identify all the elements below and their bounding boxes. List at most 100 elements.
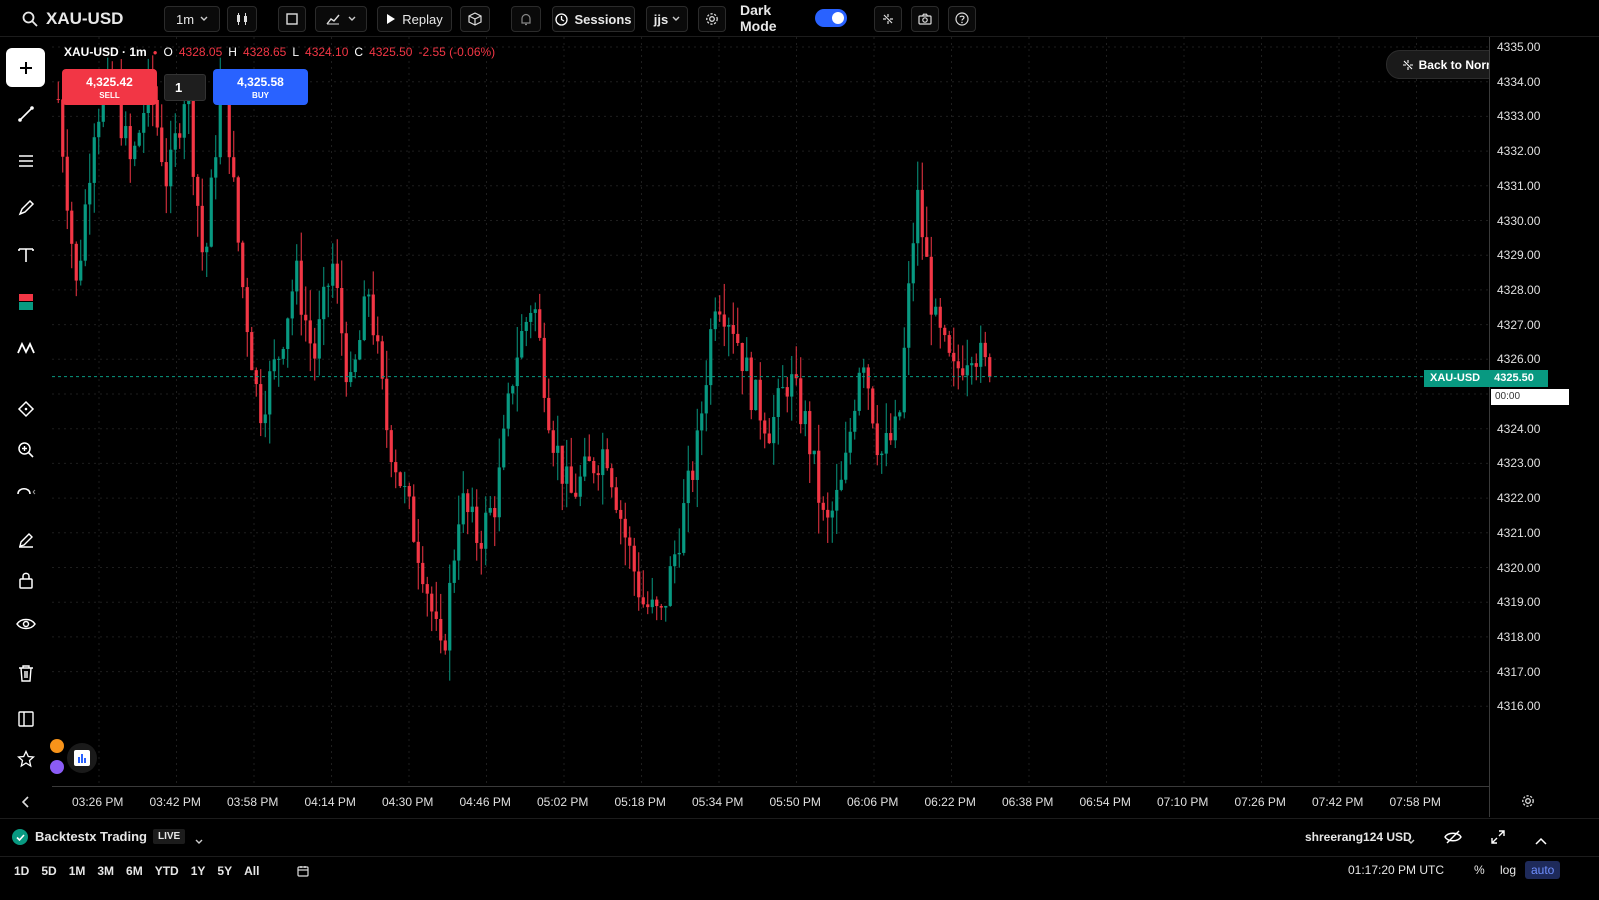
candle-body-up	[556, 445, 560, 453]
buy-button[interactable]: 4,325.58 BUY	[213, 69, 308, 105]
time-axis-label: 07:26 PM	[1234, 795, 1286, 809]
range-button-all[interactable]: All	[238, 862, 265, 880]
cube-button[interactable]	[460, 6, 490, 32]
sell-button[interactable]: 4,325.42 SELL	[62, 69, 157, 105]
goto-date-button[interactable]	[297, 864, 309, 882]
range-button-1d[interactable]: 1D	[8, 862, 35, 880]
hide-panel-button[interactable]	[1444, 829, 1462, 850]
brush-tool[interactable]	[10, 192, 42, 224]
price-axis-label: 4330.00	[1497, 213, 1541, 228]
search-icon	[22, 11, 38, 27]
candle-body-down	[821, 502, 825, 510]
price-axis-label: 4321.00	[1497, 525, 1541, 540]
add-button[interactable]	[6, 48, 45, 87]
magnet-button[interactable]	[874, 6, 902, 32]
candle-body-down	[551, 430, 555, 453]
maximize-panel-button[interactable]	[1491, 830, 1505, 849]
candle-body-up	[790, 374, 794, 397]
text-tool[interactable]	[10, 239, 42, 271]
range-button-6m[interactable]: 6M	[120, 862, 149, 880]
replay-button[interactable]: Replay	[377, 6, 452, 32]
candle-body-down	[875, 423, 879, 456]
quantity-input[interactable]: 1	[164, 74, 206, 101]
delete-tool[interactable]	[10, 657, 42, 689]
status-dot: ●	[152, 47, 158, 57]
account-dropdown[interactable]	[195, 832, 203, 850]
settings-button[interactable]	[698, 6, 726, 32]
collapse-sidebar-button[interactable]	[10, 786, 42, 817]
candle-body-up	[772, 416, 776, 444]
candle-body-down	[587, 456, 591, 462]
overlay-badge-orange[interactable]	[50, 739, 64, 753]
candle-body-up	[830, 510, 834, 518]
help-button[interactable]	[948, 6, 976, 32]
range-button-3m[interactable]: 3M	[91, 862, 120, 880]
overlay-badge-purple[interactable]	[50, 760, 64, 774]
bar-countdown: 00:00	[1491, 389, 1569, 405]
trendline-icon	[18, 106, 34, 122]
auto-toggle[interactable]: auto	[1525, 861, 1561, 879]
clock[interactable]: 01:17:20 PM UTC	[1348, 863, 1444, 877]
candle-body-down	[655, 599, 659, 607]
measure-tool[interactable]	[10, 393, 42, 425]
legend-low-label: L	[292, 45, 300, 59]
indicators-button[interactable]	[315, 6, 367, 32]
time-axis[interactable]: 03:26 PM 03:42 PM 03:58 PM 04:14 PM 04:30 PM…	[52, 786, 1489, 818]
pen-tool[interactable]	[10, 524, 42, 556]
candle-body-down	[614, 487, 618, 510]
user-account-selector[interactable]: shreerang124 USD	[1305, 830, 1412, 844]
indicator-template-dropdown[interactable]: jjs	[646, 6, 688, 32]
zoom-tool[interactable]	[10, 434, 42, 466]
legend-open: 4328.05	[178, 45, 223, 59]
price-chart[interactable]	[52, 37, 1489, 785]
range-button-1m[interactable]: 1M	[63, 862, 92, 880]
layout-button[interactable]	[278, 6, 306, 32]
indicator-template-label: jjs	[653, 11, 669, 27]
percent-toggle[interactable]: %	[1474, 863, 1485, 877]
visibility-tool[interactable]	[10, 608, 42, 640]
screenshot-button[interactable]	[911, 6, 939, 32]
collapse-panel-button[interactable]	[1535, 832, 1547, 850]
position-tool[interactable]	[10, 286, 42, 318]
log-toggle[interactable]: log	[1500, 863, 1516, 877]
alert-button[interactable]	[511, 6, 541, 32]
interval-dropdown[interactable]: 1m	[164, 6, 220, 32]
favorites-tool[interactable]	[10, 743, 42, 775]
chart-settings-button[interactable]	[1519, 792, 1537, 810]
candle-body-up	[331, 263, 335, 286]
candle-body-down	[259, 384, 263, 424]
candle-body-down	[371, 294, 375, 336]
candle-body-up	[295, 260, 299, 292]
candle-body-up	[511, 386, 515, 394]
chart-logo-button[interactable]	[67, 743, 97, 773]
range-button-5d[interactable]: 5D	[35, 862, 62, 880]
candle-body-up	[578, 476, 582, 497]
range-button-1y[interactable]: 1Y	[185, 862, 212, 880]
user-account-dropdown[interactable]	[1407, 832, 1415, 850]
trendline-tool[interactable]	[10, 98, 42, 130]
object-tree-tool[interactable]	[10, 703, 42, 735]
chart-type-button[interactable]	[227, 6, 257, 32]
trash-icon	[19, 665, 33, 682]
pattern-icon	[17, 341, 35, 355]
sessions-button[interactable]: Sessions	[552, 6, 635, 32]
candle-body-up	[452, 560, 456, 583]
pattern-tool[interactable]	[10, 332, 42, 364]
candle-body-up	[173, 133, 177, 150]
dark-mode-toggle[interactable]	[814, 6, 848, 30]
candle-body-up	[349, 372, 353, 383]
range-button-ytd[interactable]: YTD	[149, 862, 185, 880]
candle-body-up	[124, 126, 128, 139]
chevron-left-icon	[22, 795, 29, 808]
symbol-search[interactable]: XAU-USD	[22, 7, 123, 31]
lock-tool[interactable]	[10, 564, 42, 596]
candle-body-up	[857, 372, 861, 411]
candle-body-up	[704, 385, 708, 414]
price-axis[interactable]: 4335.00 4334.00 4333.00 4332.00 4331.00 4330.…	[1489, 37, 1599, 817]
account-name[interactable]: Backtestx Trading	[35, 829, 147, 844]
candle-body-up	[533, 309, 537, 313]
legend-change: -2.55 (-0.06%)	[418, 45, 496, 59]
range-button-5y[interactable]: 5Y	[211, 862, 238, 880]
magnet-tool[interactable]	[10, 476, 42, 508]
horizontal-lines-tool[interactable]	[10, 145, 42, 177]
